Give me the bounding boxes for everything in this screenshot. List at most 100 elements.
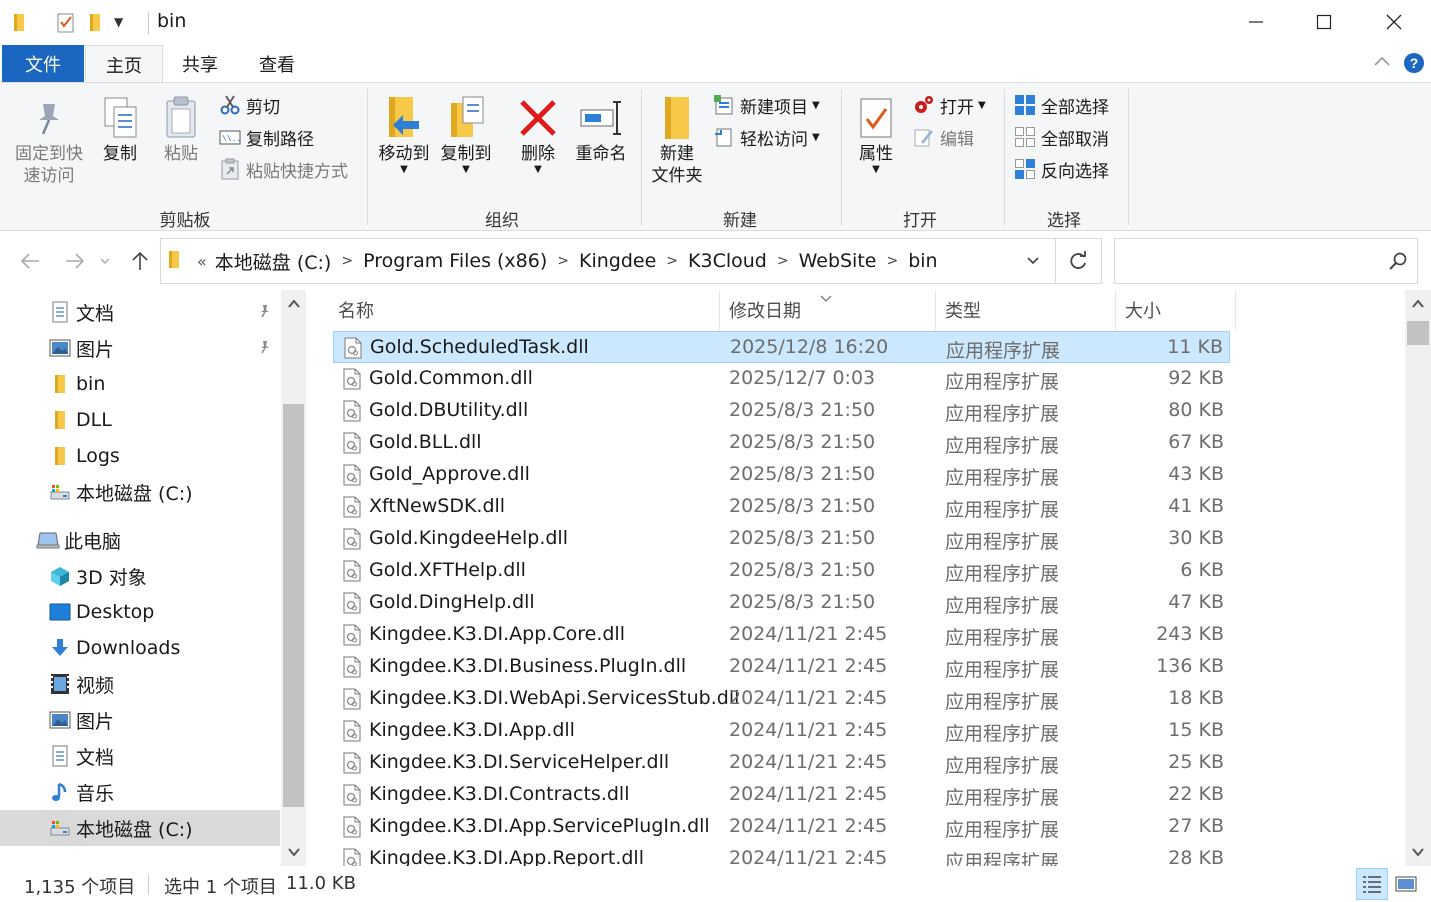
file-row[interactable]: Kingdee.K3.DI.Business.PlugIn.dll 2024/11… — [333, 651, 1230, 683]
nav-item-4[interactable]: Logs — [0, 438, 280, 474]
nav-item-9[interactable]: Downloads — [0, 630, 280, 666]
file-row[interactable]: Kingdee.K3.DI.App.Report.dll 2024/11/21 2… — [333, 843, 1230, 866]
chevron-right-icon[interactable]: > — [886, 253, 898, 269]
up-button[interactable] — [125, 246, 155, 276]
column-header-type[interactable]: 类型 — [945, 290, 981, 330]
file-row[interactable]: Kingdee.K3.DI.Contracts.dll 2024/11/21 2:… — [333, 779, 1230, 811]
file-row[interactable]: Gold.DingHelp.dll 2025/8/3 21:50 应用程序扩展 47 … — [333, 587, 1230, 619]
customize-toolbar-icon[interactable]: ▼ — [114, 15, 123, 29]
nav-item-12[interactable]: 文档 — [0, 738, 280, 774]
file-row[interactable]: Gold.KingdeeHelp.dll 2025/8/3 21:50 应用程序扩展… — [333, 523, 1230, 555]
copy-button[interactable]: 复制 — [92, 93, 148, 165]
large-icons-view-button[interactable] — [1394, 872, 1418, 896]
nav-pane-scrollbar[interactable] — [281, 290, 306, 866]
column-divider[interactable] — [719, 290, 720, 330]
column-header-name[interactable]: 名称 — [338, 290, 374, 330]
scroll-down-button[interactable] — [281, 838, 306, 866]
close-button[interactable] — [1360, 0, 1428, 44]
scroll-thumb[interactable] — [283, 404, 304, 807]
collapse-ribbon-button[interactable] — [1372, 52, 1392, 72]
nav-item-11[interactable]: 图片 — [0, 702, 280, 738]
open-button[interactable]: 打开 ▼ — [912, 91, 986, 119]
file-row[interactable]: Gold.XFTHelp.dll 2025/8/3 21:50 应用程序扩展 6 KB — [333, 555, 1230, 587]
paste-shortcut-button[interactable]: 粘贴快捷方式 — [218, 155, 348, 183]
nav-item-3[interactable]: DLL — [0, 402, 280, 438]
column-header-size[interactable]: 大小 — [1125, 290, 1161, 330]
details-view-button[interactable] — [1356, 868, 1388, 900]
column-divider[interactable] — [1115, 290, 1116, 330]
breadcrumb-bin[interactable]: bin — [908, 250, 937, 272]
chevron-right-icon[interactable]: > — [666, 253, 678, 269]
breadcrumb-k3cloud[interactable]: K3Cloud > — [688, 250, 791, 272]
column-divider[interactable] — [935, 290, 936, 330]
paste-button[interactable]: 粘贴 — [154, 93, 208, 165]
column-header-date[interactable]: 修改日期 — [729, 290, 801, 330]
recent-locations-button[interactable] — [95, 246, 115, 276]
chevron-right-icon[interactable]: > — [777, 253, 789, 269]
new-item-button[interactable]: 新建项目 ▼ — [712, 91, 820, 119]
breadcrumb-website[interactable]: WebSite > — [799, 250, 901, 272]
select-all-button[interactable]: 全部选择 — [1013, 91, 1109, 119]
breadcrumb-program-files[interactable]: Program Files (x86) > — [363, 250, 571, 272]
minimize-button[interactable] — [1222, 0, 1290, 44]
nav-item-2[interactable]: bin — [0, 366, 280, 402]
file-row[interactable]: XftNewSDK.dll 2025/8/3 21:50 应用程序扩展 41 KB — [333, 491, 1230, 523]
nav-item-14[interactable]: 本地磁盘 (C:) — [0, 810, 280, 846]
nav-item-13[interactable]: 音乐 — [0, 774, 280, 810]
tab-view[interactable]: 查看 — [242, 45, 312, 82]
pin-quick-access-button[interactable]: 固定到快 速访问 — [10, 93, 88, 187]
file-row[interactable]: Kingdee.K3.DI.App.ServicePlugIn.dll 2024/… — [333, 811, 1230, 843]
nav-item-6[interactable]: 此电脑 — [0, 522, 280, 558]
nav-item-10[interactable]: 视频 — [0, 666, 280, 702]
new-folder-icon[interactable] — [88, 12, 106, 32]
nav-item-7[interactable]: 3D 对象 — [0, 558, 280, 594]
file-row[interactable]: Kingdee.K3.DI.App.dll 2024/11/21 2:45 应用程序… — [333, 715, 1230, 747]
new-folder-button[interactable]: 新建 文件夹 — [646, 93, 708, 187]
column-divider[interactable] — [1235, 290, 1236, 330]
delete-button[interactable]: 删除 ▼ — [512, 93, 564, 175]
easy-access-button[interactable]: 轻松访问 ▼ — [712, 123, 820, 151]
breadcrumb-drive[interactable]: 本地磁盘 (C:) > — [215, 248, 355, 275]
cut-button[interactable]: 剪切 — [218, 91, 280, 119]
scroll-up-button[interactable] — [281, 290, 306, 318]
forward-button[interactable] — [60, 246, 90, 276]
file-row[interactable]: Gold.BLL.dll 2025/8/3 21:50 应用程序扩展 67 KB — [333, 427, 1230, 459]
file-row[interactable]: Kingdee.K3.DI.App.Core.dll 2024/11/21 2:4… — [333, 619, 1230, 651]
scroll-up-button[interactable] — [1405, 290, 1431, 318]
copy-path-button[interactable]: \\... 复制路径 — [218, 123, 314, 151]
back-button[interactable] — [15, 246, 45, 276]
copy-to-button[interactable]: 复制到 ▼ — [436, 93, 496, 175]
properties-button[interactable]: 属性 ▼ — [850, 93, 902, 175]
file-row[interactable]: Kingdee.K3.DI.WebApi.ServicesStub.dll 202… — [333, 683, 1230, 715]
nav-item-8[interactable]: Desktop — [0, 594, 280, 630]
tab-file[interactable]: 文件 — [2, 45, 84, 82]
move-to-button[interactable]: 移动到 ▼ — [374, 93, 434, 175]
file-row[interactable]: Gold.ScheduledTask.dll 2025/12/8 16:20 应用程… — [333, 331, 1230, 363]
scroll-thumb[interactable] — [1407, 321, 1429, 345]
chevron-right-icon[interactable]: > — [341, 253, 353, 269]
edit-button[interactable]: 编辑 — [912, 123, 974, 151]
invert-selection-button[interactable]: 反向选择 — [1013, 155, 1109, 183]
breadcrumb-kingdee[interactable]: Kingdee > — [579, 250, 680, 272]
nav-item-5[interactable]: 本地磁盘 (C:) — [0, 474, 280, 510]
maximize-button[interactable] — [1290, 0, 1358, 44]
nav-item-0[interactable]: 文档 — [0, 294, 280, 330]
nav-item-1[interactable]: 图片 — [0, 330, 280, 366]
address-bar[interactable]: « 本地磁盘 (C:) > Program Files (x86) > Kingde… — [160, 238, 1102, 284]
search-input[interactable] — [1114, 238, 1418, 284]
file-row[interactable]: Gold.DBUtility.dll 2025/8/3 21:50 应用程序扩展 80… — [333, 395, 1230, 427]
file-row[interactable]: Gold.Common.dll 2025/12/7 0:03 应用程序扩展 92 KB — [333, 363, 1230, 395]
file-row[interactable]: Kingdee.K3.DI.ServiceHelper.dll 2024/11/2… — [333, 747, 1230, 779]
help-button[interactable]: ? — [1403, 52, 1425, 74]
chevron-right-icon[interactable]: > — [557, 253, 569, 269]
select-none-button[interactable]: 全部取消 — [1013, 123, 1109, 151]
file-list-scrollbar[interactable] — [1405, 290, 1431, 866]
address-history-button[interactable] — [1025, 252, 1041, 272]
properties-icon[interactable] — [56, 11, 76, 33]
tab-share[interactable]: 共享 — [165, 45, 235, 82]
refresh-button[interactable] — [1067, 250, 1089, 276]
file-row[interactable]: Gold_Approve.dll 2025/8/3 21:50 应用程序扩展 43 K… — [333, 459, 1230, 491]
scroll-down-button[interactable] — [1405, 838, 1431, 866]
rename-button[interactable]: 重命名 — [570, 93, 632, 165]
tab-home[interactable]: 主页 — [85, 45, 163, 83]
